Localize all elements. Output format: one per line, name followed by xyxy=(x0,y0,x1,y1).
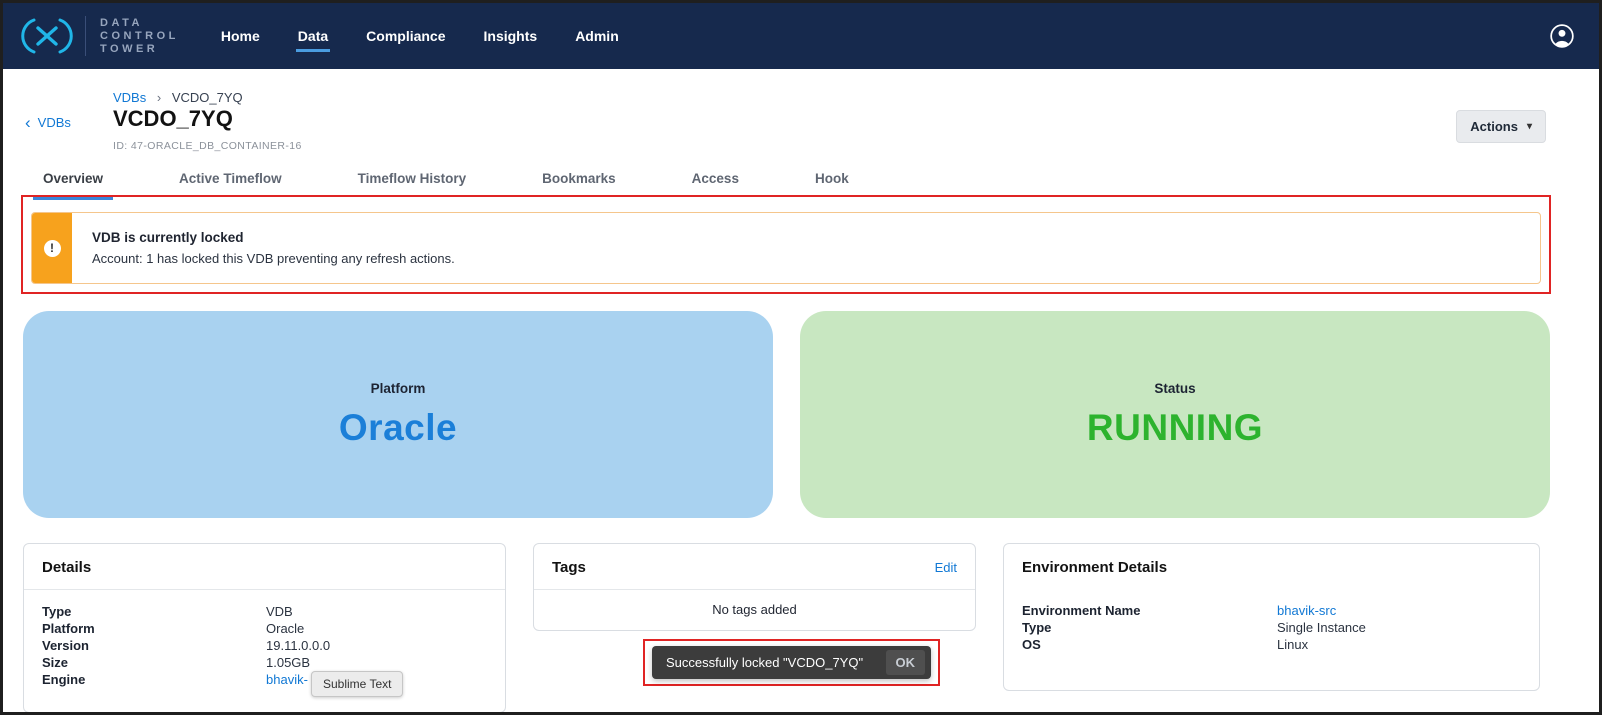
app-window: DATA CONTROL TOWER Home Data Compliance … xyxy=(0,0,1602,715)
nav-item-compliance[interactable]: Compliance xyxy=(364,20,447,52)
details-rows: Type VDB Platform Oracle Version 19.11.0… xyxy=(24,590,505,688)
status-card-value: RUNNING xyxy=(1087,407,1263,449)
brand-divider xyxy=(85,16,86,56)
detail-label: Engine xyxy=(42,671,266,688)
brand-text: DATA CONTROL TOWER xyxy=(100,17,179,56)
alert-message: Account: 1 has locked this VDB preventin… xyxy=(92,251,455,266)
detail-label: Size xyxy=(42,654,266,671)
page-id-label: ID: 47-ORACLE_DB_CONTAINER-16 xyxy=(113,140,302,152)
delphix-logo-icon[interactable] xyxy=(21,15,73,57)
alert-annotation-box: ! VDB is currently locked Account: 1 has… xyxy=(21,195,1551,294)
toast-message: Successfully locked "VCDO_7YQ" xyxy=(666,655,863,670)
engine-link[interactable]: bhavik- xyxy=(266,671,308,688)
page-title: VCDO_7YQ xyxy=(113,106,233,132)
breadcrumb-separator-icon: › xyxy=(157,90,161,105)
back-link-label: VDBs xyxy=(38,115,71,130)
vdb-locked-alert: ! VDB is currently locked Account: 1 has… xyxy=(31,212,1541,284)
tags-card: Tags Edit No tags added xyxy=(533,543,976,631)
brand-line-1: DATA xyxy=(100,17,179,30)
env-row-type: Type Single Instance xyxy=(1022,619,1521,636)
detail-label: Platform xyxy=(42,620,266,637)
nav-item-admin[interactable]: Admin xyxy=(573,20,621,52)
status-card: Status RUNNING xyxy=(800,311,1550,518)
alert-icon-block: ! xyxy=(32,213,72,283)
detail-row-engine: Engine bhavik- xyxy=(42,671,487,688)
back-to-vdbs-link[interactable]: ‹ VDBs xyxy=(25,115,71,130)
nav-item-data[interactable]: Data xyxy=(296,20,330,52)
details-card: Details Type VDB Platform Oracle Version… xyxy=(23,543,506,713)
environment-details-card: Environment Details Environment Name bha… xyxy=(1003,543,1540,691)
actions-button[interactable]: Actions ▾ xyxy=(1456,110,1546,143)
environment-name-link[interactable]: bhavik-src xyxy=(1277,602,1336,619)
platform-card-value: Oracle xyxy=(339,407,457,449)
env-row-os: OS Linux xyxy=(1022,636,1521,653)
main-nav: Home Data Compliance Insights Admin xyxy=(219,3,621,69)
detail-row-version: Version 19.11.0.0.0 xyxy=(42,637,487,654)
tags-card-header: Tags Edit xyxy=(534,544,975,590)
detail-value: 1.05GB xyxy=(266,654,310,671)
environment-rows: Environment Name bhavik-src Type Single … xyxy=(1004,589,1539,653)
chevron-left-icon: ‹ xyxy=(25,116,31,129)
success-toast: Successfully locked "VCDO_7YQ" OK xyxy=(652,646,931,679)
detail-row-type: Type VDB xyxy=(42,603,487,620)
brand-line-2: CONTROL xyxy=(100,30,179,43)
detail-row-platform: Platform Oracle xyxy=(42,620,487,637)
sublime-text-tooltip: Sublime Text xyxy=(311,671,403,697)
environment-card-title: Environment Details xyxy=(1004,544,1539,589)
brand-line-3: TOWER xyxy=(100,43,179,56)
detail-label: Type xyxy=(42,603,266,620)
detail-label: Version xyxy=(42,637,266,654)
nav-item-home[interactable]: Home xyxy=(219,20,262,52)
details-card-title: Details xyxy=(24,544,505,590)
tags-empty-text: No tags added xyxy=(534,590,975,629)
breadcrumb-current: VCDO_7YQ xyxy=(172,90,243,105)
user-account-icon[interactable] xyxy=(1549,23,1575,49)
breadcrumb: VDBs › VCDO_7YQ xyxy=(113,90,243,105)
alert-title: VDB is currently locked xyxy=(92,230,455,245)
tags-edit-link[interactable]: Edit xyxy=(935,560,957,575)
detail-value: Oracle xyxy=(266,620,304,637)
toast-ok-button[interactable]: OK xyxy=(886,650,926,675)
nav-item-insights[interactable]: Insights xyxy=(482,20,540,52)
env-label: OS xyxy=(1022,636,1277,653)
alert-content: VDB is currently locked Account: 1 has l… xyxy=(72,213,475,283)
env-value: Linux xyxy=(1277,636,1308,653)
exclamation-icon: ! xyxy=(44,240,61,257)
detail-row-size: Size 1.05GB xyxy=(42,654,487,671)
env-row-name: Environment Name bhavik-src xyxy=(1022,602,1521,619)
env-label: Environment Name xyxy=(1022,602,1277,619)
env-value: Single Instance xyxy=(1277,619,1366,636)
toast-annotation-box: Successfully locked "VCDO_7YQ" OK xyxy=(643,639,940,686)
env-label: Type xyxy=(1022,619,1277,636)
detail-value: VDB xyxy=(266,603,293,620)
summary-cards: Platform Oracle Status RUNNING xyxy=(23,311,1550,518)
tags-card-title: Tags xyxy=(552,559,586,576)
platform-card-label: Platform xyxy=(371,381,426,396)
platform-card: Platform Oracle xyxy=(23,311,773,518)
detail-value: 19.11.0.0.0 xyxy=(266,637,330,654)
status-card-label: Status xyxy=(1154,381,1195,396)
top-navbar: DATA CONTROL TOWER Home Data Compliance … xyxy=(3,3,1599,69)
breadcrumb-root-link[interactable]: VDBs xyxy=(113,90,146,105)
actions-button-label: Actions xyxy=(1470,119,1518,134)
chevron-down-icon: ▾ xyxy=(1527,121,1532,132)
